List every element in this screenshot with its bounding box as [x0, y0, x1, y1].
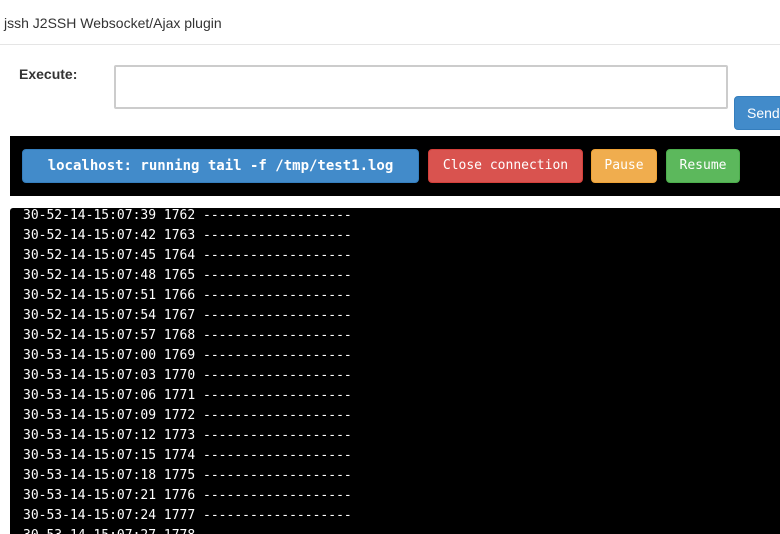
terminal-line: 30-52-14-15:07:39 1762 -----------------…: [23, 208, 352, 223]
page-title: jssh J2SSH Websocket/Ajax plugin: [4, 15, 222, 31]
terminal-line: 30-53-14-15:07:18 1775 -----------------…: [23, 468, 352, 483]
terminal-line: 30-53-14-15:07:00 1769 -----------------…: [23, 348, 352, 363]
terminal-line: 30-52-14-15:07:57 1768 -----------------…: [23, 328, 352, 343]
resume-button[interactable]: Resume: [666, 149, 740, 183]
page: jssh J2SSH Websocket/Ajax plugin Execute…: [0, 0, 780, 534]
terminal-line: 30-53-14-15:07:24 1777 -----------------…: [23, 508, 352, 523]
terminal-line: 30-52-14-15:07:48 1765 -----------------…: [23, 268, 352, 283]
terminal-line: 30-53-14-15:07:06 1771 -----------------…: [23, 388, 352, 403]
terminal-lines: 30-52-14-15:07:39 1762 -----------------…: [23, 208, 352, 534]
terminal-line: 30-52-14-15:07:42 1763 -----------------…: [23, 228, 352, 243]
terminal-output[interactable]: 30-52-14-15:07:39 1762 -----------------…: [10, 208, 780, 534]
host-status-button[interactable]: localhost: running tail -f /tmp/test1.lo…: [22, 149, 419, 183]
terminal-line: 30-53-14-15:07:09 1772 -----------------…: [23, 408, 352, 423]
terminal-line: 30-53-14-15:07:03 1770 -----------------…: [23, 368, 352, 383]
send-button[interactable]: Send: [734, 96, 780, 130]
connection-toolbar: localhost: running tail -f /tmp/test1.lo…: [10, 136, 780, 196]
close-connection-button[interactable]: Close connection: [428, 149, 583, 183]
terminal-line: 30-53-14-15:07:15 1774 -----------------…: [23, 448, 352, 463]
terminal-line: 30-52-14-15:07:45 1764 -----------------…: [23, 248, 352, 263]
terminal-line: 30-52-14-15:07:51 1766 -----------------…: [23, 288, 352, 303]
header-divider: [0, 44, 780, 45]
execute-label: Execute:: [19, 66, 78, 82]
pause-button[interactable]: Pause: [591, 149, 657, 183]
terminal-line: 30-53-14-15:07:12 1773 -----------------…: [23, 428, 352, 443]
terminal-line: 30-52-14-15:07:54 1767 -----------------…: [23, 308, 352, 323]
terminal-line: 30-53-14-15:07:27 1778: [23, 526, 352, 534]
execute-input[interactable]: [114, 65, 728, 109]
terminal-line: 30-53-14-15:07:21 1776 -----------------…: [23, 488, 352, 503]
